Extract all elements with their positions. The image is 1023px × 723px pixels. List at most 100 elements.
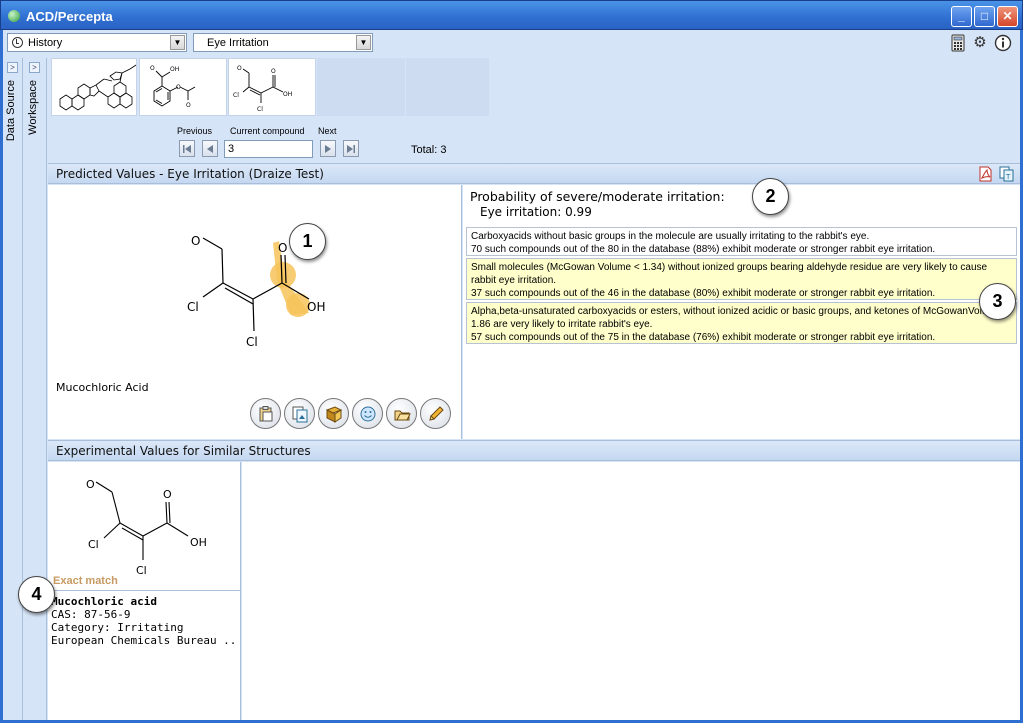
first-compound-button[interactable]	[179, 140, 195, 157]
svg-text:O: O	[186, 102, 191, 109]
explanation-item: Carboxyacids without basic groups in the…	[466, 227, 1017, 256]
explanation-line: Carboxyacids without basic groups in the…	[471, 231, 870, 242]
next-label: Next	[318, 126, 337, 136]
similar-structure-card[interactable]: O O OH Cl Cl Exact match Mucochloric aci…	[48, 462, 241, 720]
gear-icon[interactable]: ⚙	[971, 34, 989, 52]
svg-text:O: O	[271, 68, 276, 75]
calculator-icon[interactable]	[949, 34, 967, 52]
atom-label: O	[191, 234, 200, 248]
probability-value: Eye irritation: 0.99	[480, 205, 592, 219]
expand-icon[interactable]: >	[29, 62, 40, 73]
minimize-button[interactable]: _	[951, 6, 972, 27]
expand-icon[interactable]: >	[7, 62, 18, 73]
callout-4: 4	[18, 576, 55, 613]
pencil-icon	[429, 406, 444, 421]
svg-text:Cl: Cl	[257, 106, 263, 113]
explanation-line: Small molecules (McGowan Volume < 1.34) …	[471, 262, 988, 286]
total-count: Total: 3	[411, 144, 447, 156]
explanation-item: Alpha,beta-unsaturated carboxyacids or e…	[466, 302, 1017, 344]
compound-thumbnail-3[interactable]: O O OH Cl Cl	[228, 58, 316, 116]
atom-label: Cl	[136, 564, 147, 577]
exact-match-label: Exact match	[53, 575, 118, 587]
section-title: Experimental Values for Similar Structur…	[56, 444, 311, 458]
clock-icon	[12, 37, 23, 48]
svg-text:O: O	[237, 65, 242, 72]
aspirin-structure: O OH O O	[150, 65, 196, 109]
divider	[48, 590, 241, 591]
history-select[interactable]: History ▼	[7, 33, 187, 52]
compound-name: Mucochloric Acid	[56, 381, 149, 394]
current-compound-label: Current compound	[230, 126, 305, 136]
svg-text:OH: OH	[170, 66, 179, 73]
compound-thumbnail-empty	[317, 58, 405, 116]
record-cas: CAS: 87-56-9	[51, 608, 131, 621]
atom-label: O	[86, 478, 95, 491]
svg-text:T: T	[1005, 173, 1011, 181]
explanation-line: 37 such compounds out of the 46 in the d…	[471, 288, 936, 299]
last-compound-button[interactable]	[343, 140, 359, 157]
window-title: ACD/Percepta	[26, 9, 113, 24]
atom-label: O	[163, 488, 172, 501]
chevron-down-icon[interactable]: ▼	[170, 35, 185, 50]
atom-label: Cl	[187, 300, 199, 314]
info-icon[interactable]	[994, 34, 1012, 52]
clipboard-button[interactable]	[250, 398, 281, 429]
current-compound-input[interactable]	[224, 140, 313, 158]
smiley-button[interactable]	[352, 398, 383, 429]
library-button[interactable]	[318, 398, 349, 429]
svg-text:O: O	[150, 65, 155, 72]
previous-label: Previous	[177, 126, 213, 136]
steroid-structure	[59, 64, 137, 111]
structure-panel: O O OH Cl Cl Mucochloric Acid	[48, 185, 462, 439]
sidebar-tab-workspace[interactable]: > Workspace	[25, 58, 47, 720]
svg-text:O: O	[176, 84, 181, 91]
previous-compound-button[interactable]	[202, 140, 218, 157]
experimental-values-header: Experimental Values for Similar Structur…	[48, 440, 1020, 461]
predicted-values-header: Predicted Values - Eye Irritation (Draiz…	[48, 163, 1020, 184]
callout-1: 1	[289, 223, 326, 260]
record-name: Mucochloric acid	[51, 595, 157, 608]
image-icon	[292, 406, 308, 423]
open-icon	[394, 410, 411, 421]
compound-strip: O OH O O O O OH Cl Cl Previous Current compoun…	[48, 57, 1020, 164]
title-bar: ACD/Percepta _ □ ✕	[0, 0, 1023, 30]
app-icon	[8, 10, 20, 22]
section-title: Predicted Values - Eye Irritation (Draiz…	[56, 167, 324, 181]
atom-label: OH	[307, 300, 325, 314]
atom-label: O	[278, 241, 287, 255]
record-source: European Chemicals Bureau ..	[51, 634, 237, 647]
sidebar-tab-label: Workspace	[27, 80, 39, 135]
close-button[interactable]: ✕	[997, 6, 1018, 27]
record-category: Category: Irritating	[51, 621, 184, 634]
compound-thumbnail-empty	[406, 58, 489, 116]
prediction-panel: Probability of severe/moderate irritatio…	[463, 185, 1020, 439]
open-button[interactable]	[386, 398, 417, 429]
book-icon	[325, 406, 343, 423]
pdf-icon[interactable]	[978, 166, 993, 185]
mucochloric-acid-structure: O O OH Cl Cl	[187, 234, 325, 349]
similar-structure-image: O O OH Cl Cl	[86, 478, 207, 577]
compound-thumbnail-1[interactable]	[51, 58, 137, 116]
next-compound-button[interactable]	[320, 140, 336, 157]
atom-label: Cl	[88, 538, 99, 551]
sidebar-tab-data-source[interactable]: > Data Source	[3, 58, 23, 720]
compound-thumbnail-2[interactable]: O OH O O	[139, 58, 227, 116]
edit-button[interactable]	[420, 398, 451, 429]
module-select[interactable]: Eye Irritation ▼	[193, 33, 373, 52]
maximize-button[interactable]: □	[974, 6, 995, 27]
explanation-item: Small molecules (McGowan Volume < 1.34) …	[466, 258, 1017, 300]
explanation-line: 70 such compounds out of the 80 in the d…	[471, 244, 936, 255]
atom-label: OH	[190, 536, 207, 549]
chevron-down-icon[interactable]: ▼	[356, 35, 371, 50]
experimental-details-panel	[242, 462, 1020, 720]
callout-2: 2	[752, 178, 789, 215]
history-select-label: History	[28, 37, 63, 49]
image-export-button[interactable]	[284, 398, 315, 429]
copy-icon[interactable]: T	[999, 166, 1014, 185]
atom-label: Cl	[246, 335, 258, 349]
module-select-label: Eye Irritation	[207, 37, 269, 49]
svg-text:Cl: Cl	[233, 92, 239, 99]
svg-text:OH: OH	[283, 91, 292, 98]
smiley-icon	[360, 406, 376, 422]
explanation-line: 57 such compounds out of the 75 in the d…	[471, 332, 936, 343]
